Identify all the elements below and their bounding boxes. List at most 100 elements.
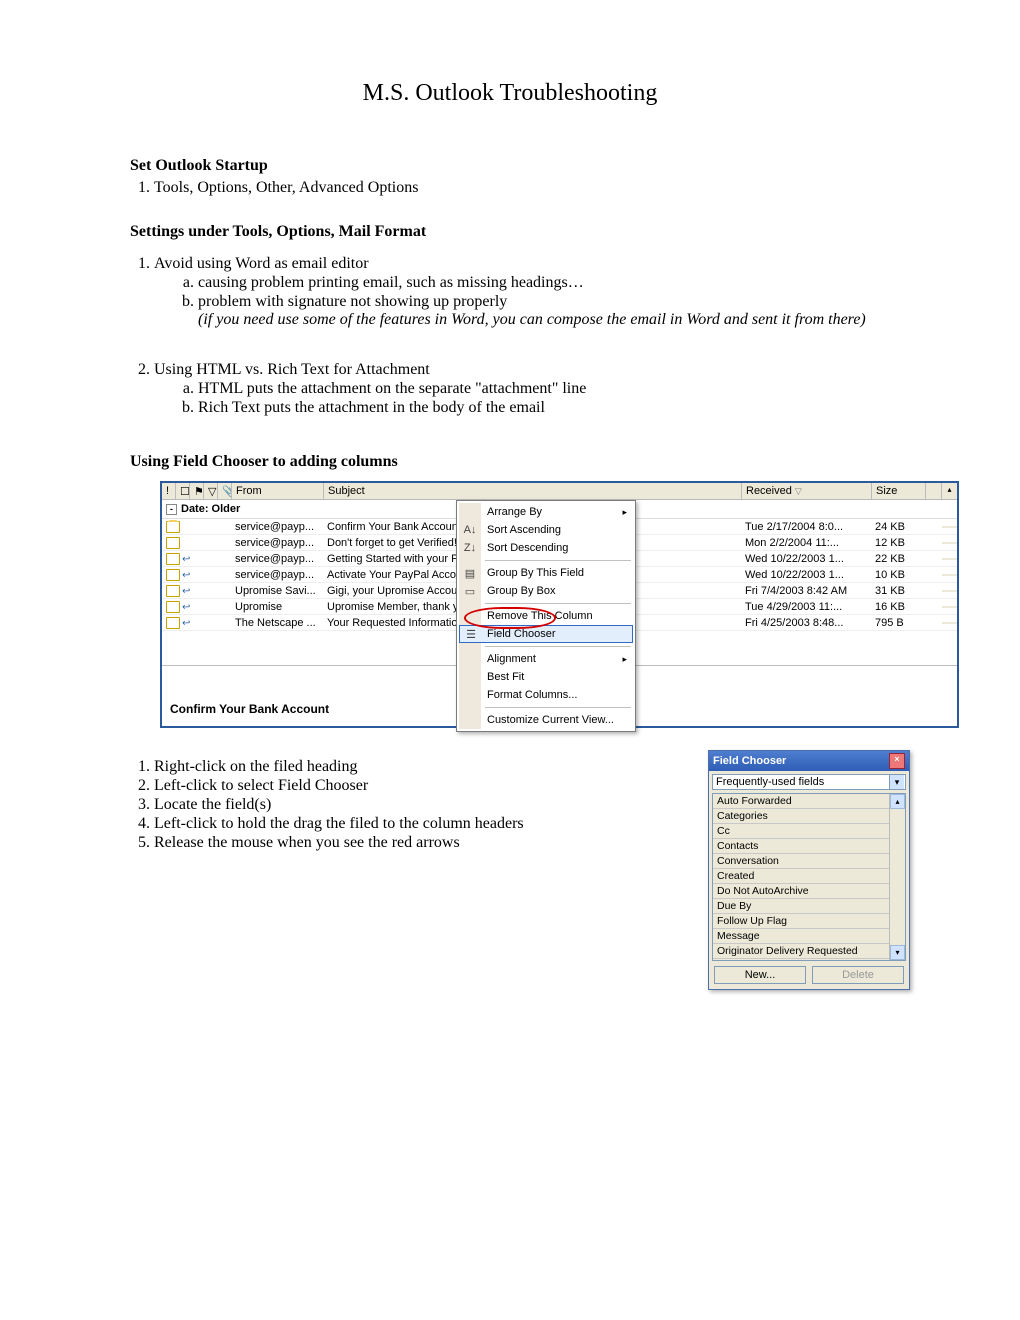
cell-flag (926, 606, 942, 608)
field-item[interactable]: Do Not AutoArchive (713, 884, 889, 899)
envelope-icon (166, 601, 180, 613)
mf-item-1b-text: problem with signature not showing up pr… (198, 293, 507, 310)
close-icon[interactable]: × (889, 753, 905, 769)
heading-startup: Set Outlook Startup (130, 157, 890, 175)
menu-item[interactable]: Remove This Column (459, 607, 633, 625)
cell-size: 12 KB (872, 536, 926, 550)
envelope-icon (166, 537, 180, 549)
mf-item-2a: HTML puts the attachment on the separate… (198, 380, 890, 398)
startup-step-1: Tools, Options, Other, Advanced Options (154, 179, 890, 197)
col-importance-icon[interactable]: ! (162, 483, 176, 499)
mf-item-1a: causing problem printing email, such as … (198, 274, 890, 292)
cell-received: Tue 4/29/2003 11:... (742, 600, 872, 614)
col-received[interactable]: Received ▽ (742, 483, 872, 499)
envelope-icon (166, 521, 180, 533)
menu-item-label: Remove This Column (487, 610, 593, 622)
cell-received: Tue 2/17/2004 8:0... (742, 520, 872, 534)
cell-received: Fri 4/25/2003 8:48... (742, 616, 872, 630)
field-chooser-titlebar[interactable]: Field Chooser × (709, 751, 909, 771)
menu-item[interactable]: A↓ Sort Ascending (459, 521, 633, 539)
reply-icon (182, 617, 190, 625)
col-followup-icon[interactable] (926, 483, 942, 499)
menu-item[interactable]: Customize Current View... (459, 711, 633, 729)
field-list-scrollbar[interactable] (889, 794, 905, 960)
mailformat-list: Avoid using Word as email editor causing… (154, 255, 890, 329)
column-context-menu: Arrange By A↓ Sort Ascending Z↓Sort Descend… (456, 500, 636, 732)
field-item[interactable]: Auto Forwarded (713, 794, 889, 809)
cell-flag (926, 622, 942, 624)
col-reminder-icon[interactable]: ⚑ (190, 483, 204, 499)
mf-item-2-text: Using HTML vs. Rich Text for Attachment (154, 361, 430, 378)
field-item[interactable]: Read (713, 959, 889, 960)
sort-asc-icon: A↓ (463, 523, 477, 537)
cell-flag (926, 526, 942, 528)
submenu-arrow-icon (622, 506, 627, 518)
startup-list: Tools, Options, Other, Advanced Options (154, 179, 890, 197)
menu-item[interactable]: Alignment (459, 650, 633, 668)
menu-item[interactable]: ☰Field Chooser (459, 625, 633, 643)
cell-size: 10 KB (872, 568, 926, 582)
field-category-combo[interactable]: Frequently-used fields (712, 774, 906, 790)
cell-size: 24 KB (872, 520, 926, 534)
envelope-icon (166, 569, 180, 581)
reply-icon (182, 569, 190, 577)
col-attach-icon[interactable]: 📎 (218, 483, 232, 499)
menu-item-label: Sort Ascending (487, 524, 561, 536)
page-title: M.S. Outlook Troubleshooting (130, 80, 890, 107)
menu-item[interactable]: Z↓Sort Descending (459, 539, 633, 557)
mf-item-1: Avoid using Word as email editor causing… (154, 255, 890, 329)
field-item[interactable]: Contacts (713, 839, 889, 854)
menu-item-label: Customize Current View... (487, 714, 614, 726)
cell-from: Upromise Savi... (232, 584, 324, 598)
menu-item[interactable]: Format Columns... (459, 686, 633, 704)
field-list[interactable]: Auto ForwardedCategoriesCcContactsConver… (712, 793, 906, 961)
envelope-icon (166, 617, 180, 629)
menu-item-label: Group By Box (487, 585, 555, 597)
col-from[interactable]: From (232, 483, 324, 499)
menu-item[interactable]: Arrange By (459, 503, 633, 521)
field-item[interactable]: Due By (713, 899, 889, 914)
cell-from: service@payp... (232, 536, 324, 550)
col-flag-icon[interactable]: ▽ (204, 483, 218, 499)
sort-desc-icon: Z↓ (463, 541, 477, 555)
group-label: Date: Older (181, 503, 240, 515)
reply-icon (182, 585, 190, 593)
col-size[interactable]: Size (872, 483, 926, 499)
menu-item[interactable]: ▤Group By This Field (459, 564, 633, 582)
menu-item-label: Best Fit (487, 671, 524, 683)
cell-received: Mon 2/2/2004 11:... (742, 536, 872, 550)
field-item[interactable]: Originator Delivery Requested (713, 944, 889, 959)
cell-size: 16 KB (872, 600, 926, 614)
message-list-header[interactable]: ! ☐ ⚑ ▽ 📎 From Subject Received ▽ Size ▴ (162, 483, 957, 500)
mf-item-1b: problem with signature not showing up pr… (198, 293, 890, 329)
mf-item-2b: Rich Text puts the attachment in the bod… (198, 399, 890, 417)
cell-flag (926, 558, 942, 560)
menu-separator (485, 646, 631, 647)
envelope-icon (166, 553, 180, 565)
reply-icon (182, 601, 190, 609)
mf-item-2: Using HTML vs. Rich Text for Attachment … (154, 361, 890, 417)
field-item[interactable]: Follow Up Flag (713, 914, 889, 929)
field-item[interactable]: Cc (713, 824, 889, 839)
menu-item[interactable]: ▭Group By Box (459, 582, 633, 600)
reply-icon (182, 553, 190, 561)
cell-from: service@payp... (232, 568, 324, 582)
group-field-icon: ▤ (463, 566, 477, 580)
col-subject[interactable]: Subject (324, 483, 742, 499)
collapse-icon[interactable]: - (166, 504, 177, 515)
col-type-icon[interactable]: ☐ (176, 483, 190, 499)
field-item[interactable]: Message (713, 929, 889, 944)
scroll-up-icon[interactable]: ▴ (942, 483, 957, 499)
menu-item[interactable]: Best Fit (459, 668, 633, 686)
col-received-label: Received (746, 485, 792, 497)
cell-flag (926, 590, 942, 592)
field-item[interactable]: Conversation (713, 854, 889, 869)
field-item[interactable]: Categories (713, 809, 889, 824)
submenu-arrow-icon (622, 653, 627, 665)
heading-fieldchooser: Using Field Chooser to adding columns (130, 453, 890, 471)
mf-item-1-text: Avoid using Word as email editor (154, 255, 369, 272)
cell-size: 31 KB (872, 584, 926, 598)
new-field-button[interactable]: New... (714, 966, 806, 984)
field-item[interactable]: Created (713, 869, 889, 884)
mailformat-list-2: Using HTML vs. Rich Text for Attachment … (154, 361, 890, 417)
